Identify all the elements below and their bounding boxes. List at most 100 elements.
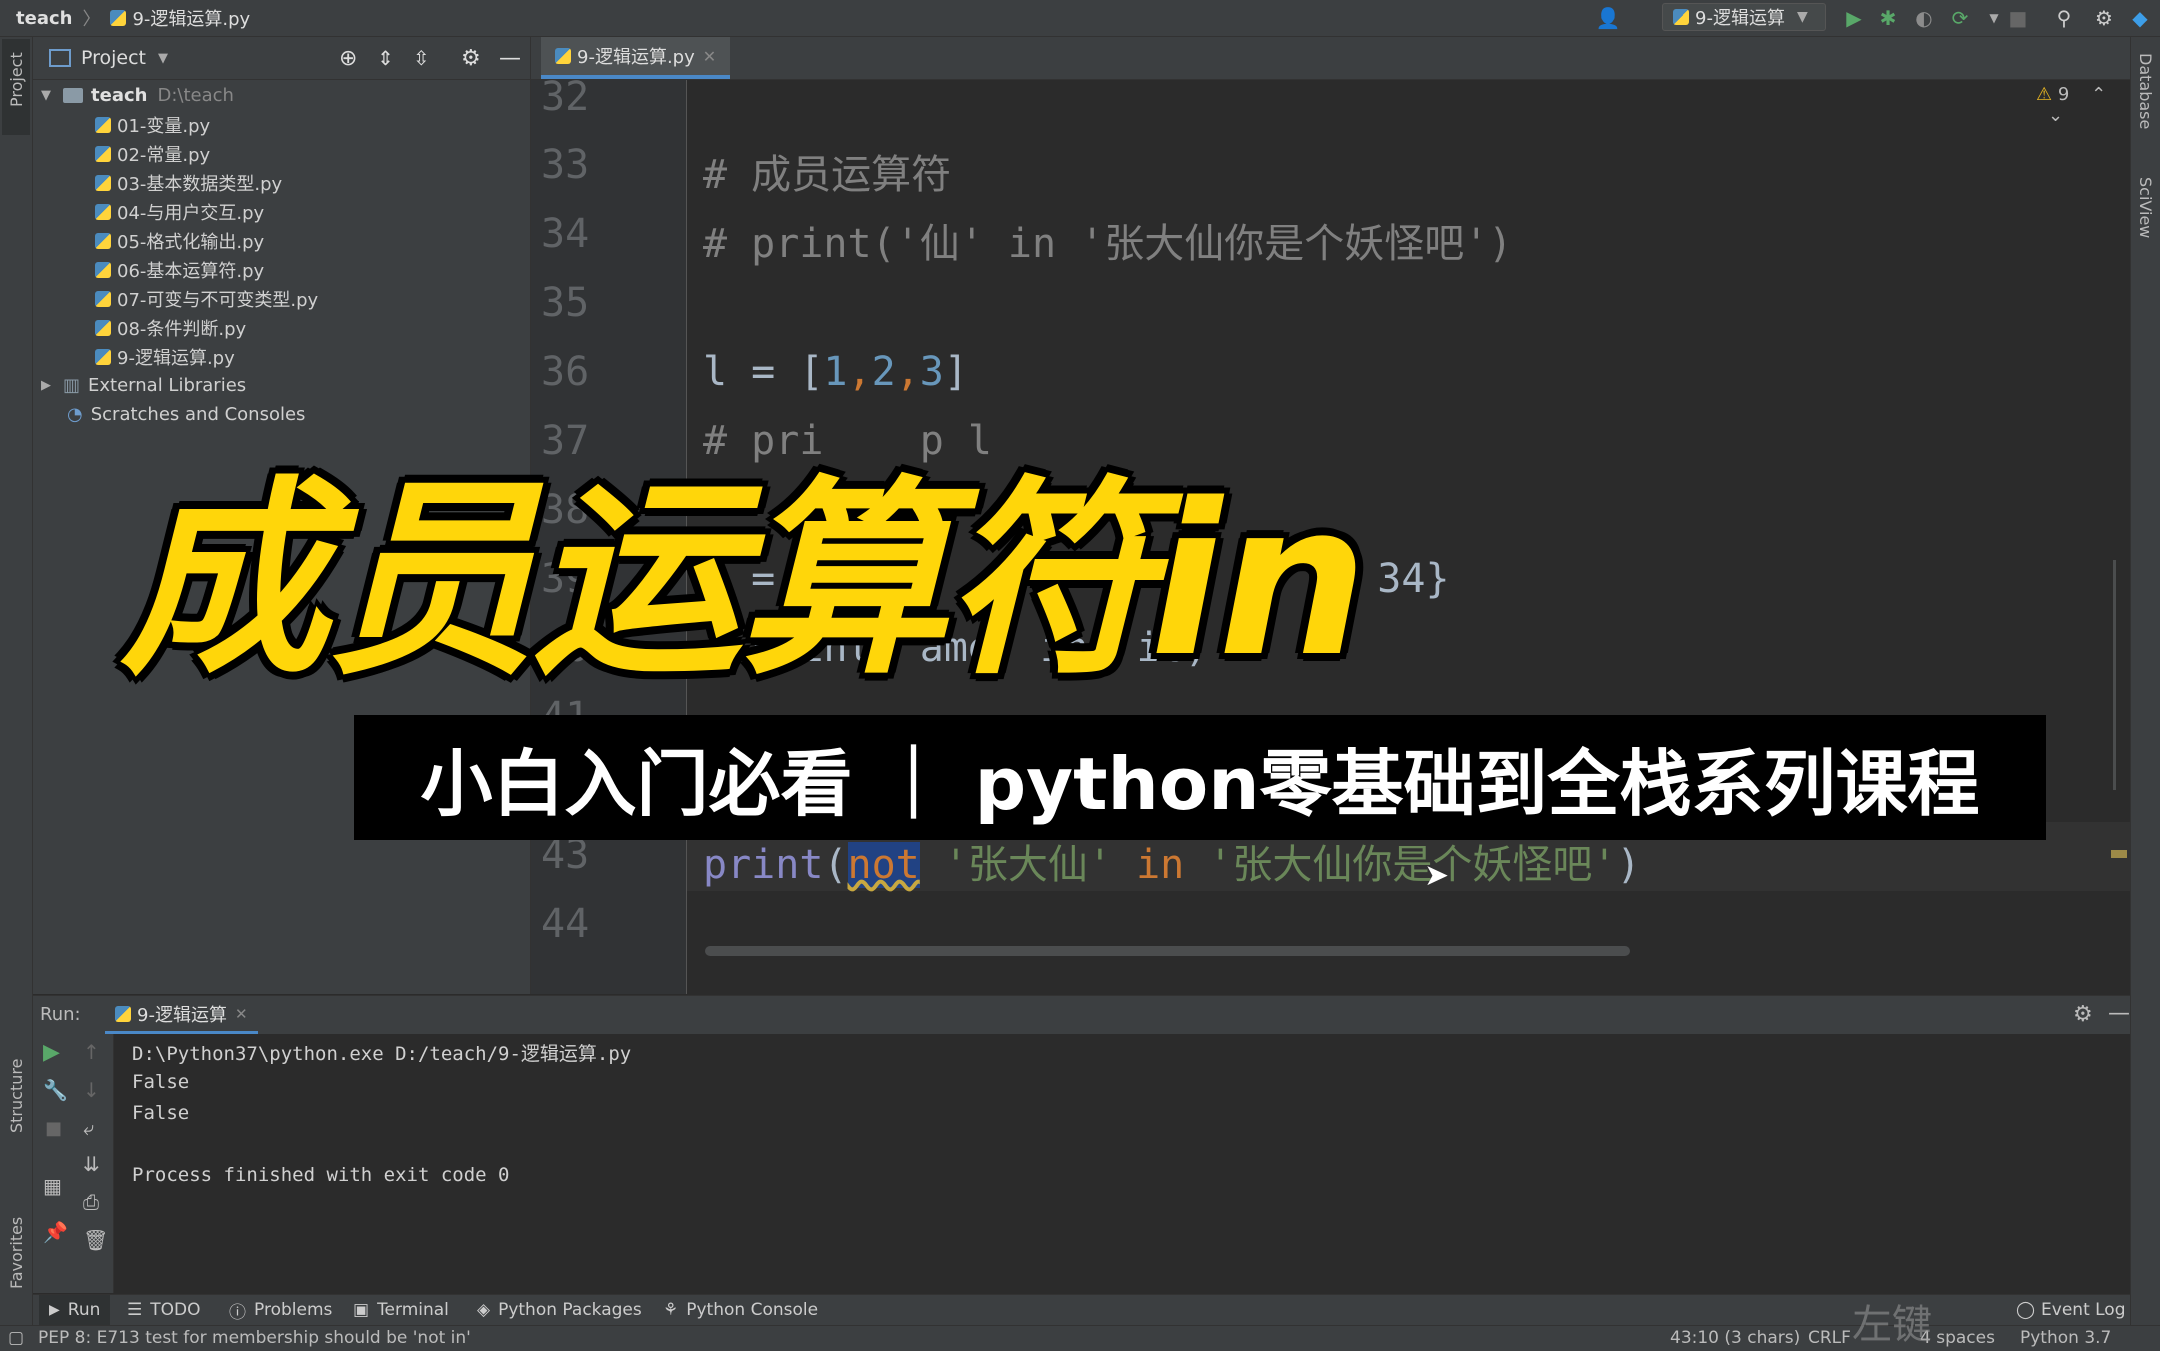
hide-panel-icon[interactable]: — <box>2108 1001 2130 1026</box>
coverage-icon[interactable]: ◐ <box>1912 6 1936 30</box>
trash-icon[interactable]: 🗑 <box>83 1228 108 1252</box>
ide-logo-icon[interactable]: ◆ <box>2128 6 2152 30</box>
wrench-icon[interactable]: 🔧 <box>43 1078 68 1102</box>
tool-tab-terminal[interactable]: ▣ Terminal <box>353 1295 449 1325</box>
expand-all-icon[interactable]: ⇕ <box>377 46 394 70</box>
file-name: 05-格式化输出.py <box>117 231 265 253</box>
editor-tab-active[interactable]: 9-逻辑运算.py ✕ <box>541 37 731 79</box>
run-toolbar: ▶ ↑ 🔧 ↓ ■ ⤶ ⇊ ▦ ⎙ 📌 🗑 <box>33 1034 114 1293</box>
tree-file-item[interactable]: 04-与用户交互.py <box>95 197 264 226</box>
tree-file-item[interactable]: 02-常量.py <box>95 139 210 168</box>
tool-tab-event-log[interactable]: ◯ Event Log <box>2016 1295 2126 1325</box>
chevron-down-icon[interactable]: ▼ <box>41 88 51 103</box>
inspection-widget[interactable]: ⚠ 9 ⌃ ⌄ <box>2036 84 2130 126</box>
status-bar: ▢ PEP 8: E713 test for membership should… <box>0 1325 2160 1351</box>
chevron-right-icon[interactable]: ▶ <box>41 378 51 393</box>
python-file-icon <box>95 290 111 307</box>
hide-panel-icon[interactable]: — <box>499 46 521 71</box>
favorites-tool-label[interactable]: Favorites <box>7 1217 26 1289</box>
code-line-43: print(not '张大仙' in '张大仙你是个妖怪吧') <box>703 832 1641 890</box>
python-file-icon <box>95 116 111 133</box>
profile-icon[interactable]: ⟳ <box>1948 6 1972 30</box>
more-run-options-icon[interactable]: ▼ <box>1982 6 2006 30</box>
breadcrumb-project[interactable]: teach <box>0 8 72 29</box>
project-panel-header: Project ▼ ⊕ ⇕ ⇳ ⚙ — <box>33 37 530 80</box>
file-name: 04-与用户交互.py <box>117 202 265 224</box>
run-console-output[interactable]: D:\Python37\python.exe D:/teach/9-逻辑运算.p… <box>114 1034 2130 1293</box>
tool-tab-todo[interactable]: ☰ TODO <box>127 1295 201 1325</box>
python-interpreter[interactable]: Python 3.7 <box>2020 1328 2111 1348</box>
tree-file-item[interactable]: 05-格式化输出.py <box>95 226 264 255</box>
tool-tab-python-packages[interactable]: ◈ Python Packages <box>477 1295 642 1325</box>
code-number: 2 <box>871 349 896 395</box>
stop-icon[interactable]: ■ <box>2006 6 2030 30</box>
soft-wrap-icon[interactable]: ⤶ <box>83 1116 94 1140</box>
collapse-all-icon[interactable]: ⇳ <box>413 46 430 70</box>
debug-icon[interactable]: ✱ <box>1876 6 1900 30</box>
python-file-icon <box>95 174 111 191</box>
run-tab-label: 9-逻辑运算 <box>137 1004 227 1026</box>
toggle-tool-windows-icon[interactable]: ▢ <box>8 1328 24 1348</box>
close-tab-icon[interactable]: ✕ <box>235 1005 248 1023</box>
project-tool-label[interactable]: Project <box>7 52 26 107</box>
tree-root-teach[interactable]: ▼ teach D:\teach <box>41 81 234 110</box>
code-line-34: # print('仙' in '张大仙你是个妖怪吧') <box>703 221 1513 267</box>
database-tool-label[interactable]: Database <box>2136 53 2155 129</box>
code-keyword: in <box>1136 842 1185 888</box>
run-configuration-select[interactable]: 9-逻辑运算 ▼ <box>1662 3 1826 31</box>
user-account-icon[interactable]: 👤 <box>1596 6 1621 30</box>
previous-highlight-icon[interactable]: ⌃ <box>2091 84 2106 105</box>
tool-tab-label: Terminal <box>377 1300 449 1320</box>
search-icon[interactable]: ⚲ <box>2052 6 2076 30</box>
code-string: '张大仙你是个妖怪吧' <box>1184 842 1617 888</box>
down-arrow-icon[interactable]: ↓ <box>83 1078 100 1102</box>
tree-file-item[interactable]: 08-条件判断.py <box>95 313 246 342</box>
caret-position[interactable]: 43:10 (3 chars) <box>1670 1328 1800 1348</box>
layout-icon[interactable]: ▦ <box>43 1174 62 1198</box>
tree-file-item[interactable]: 03-基本数据类型.py <box>95 168 282 197</box>
tree-file-item[interactable]: 9-逻辑运算.py <box>95 342 235 371</box>
tool-tab-problems[interactable]: ⓘ Problems <box>229 1295 332 1325</box>
project-view-select[interactable]: Project <box>81 47 146 69</box>
breadcrumb-file[interactable]: 9-逻辑运算.py <box>132 5 250 31</box>
tree-file-item[interactable]: 07-可变与不可变类型.py <box>95 284 318 313</box>
scratches-icon: ◔ <box>67 404 83 425</box>
tool-tab-label: Python Console <box>686 1300 819 1320</box>
line-number: 32 <box>541 80 590 120</box>
locate-file-icon[interactable]: ⊕ <box>339 46 357 71</box>
watermark-text: 左键 <box>1852 1302 1932 1348</box>
structure-tool-label[interactable]: Structure <box>7 1059 26 1133</box>
tool-tab-run[interactable]: ▶ Run <box>39 1295 111 1325</box>
sciview-tool-label[interactable]: SciView <box>2136 177 2155 238</box>
settings-gear-icon[interactable]: ⚙ <box>2092 6 2116 30</box>
scroll-to-end-icon[interactable]: ⇊ <box>83 1152 100 1176</box>
tree-external-libraries[interactable]: ▶ ▥ External Libraries <box>41 371 246 400</box>
python-file-icon <box>110 10 127 26</box>
up-arrow-icon[interactable]: ↑ <box>83 1040 100 1064</box>
run-tab[interactable]: 9-逻辑运算 ✕ <box>105 996 258 1034</box>
vertical-scrollbar[interactable] <box>2113 560 2128 790</box>
next-highlight-icon[interactable]: ⌄ <box>2048 105 2063 126</box>
rerun-icon[interactable]: ▶ <box>43 1040 60 1065</box>
run-icon[interactable]: ▶ <box>1842 6 1866 30</box>
code-token: l = [ <box>703 349 824 395</box>
status-message: PEP 8: E713 test for membership should b… <box>38 1328 471 1348</box>
stop-icon[interactable]: ■ <box>45 1118 62 1139</box>
chevron-down-icon[interactable]: ▼ <box>158 51 168 66</box>
warning-stripe-marker[interactable] <box>2111 850 2127 858</box>
code-token: ] <box>943 349 968 395</box>
console-line: False <box>132 1071 190 1093</box>
horizontal-scrollbar[interactable] <box>705 946 1630 956</box>
tool-tab-python-console[interactable]: ⚘ Python Console <box>663 1295 818 1325</box>
pin-icon[interactable]: 📌 <box>43 1220 68 1244</box>
tree-file-item[interactable]: 06-基本运算符.py <box>95 255 264 284</box>
code-line-36: l = [1,2,3] <box>703 349 968 395</box>
close-tab-icon[interactable]: ✕ <box>703 47 716 66</box>
print-icon[interactable]: ⎙ <box>83 1190 99 1214</box>
overlay-subtitle: 小白入门必看 ｜ python零基础到全栈系列课程 <box>420 742 1980 826</box>
run-settings-gear-icon[interactable]: ⚙ <box>2073 1002 2093 1027</box>
panel-settings-gear-icon[interactable]: ⚙ <box>461 46 481 71</box>
line-separator[interactable]: CRLF <box>1808 1328 1851 1348</box>
code-line-33: # 成员运算符 <box>703 152 952 198</box>
tree-file-item[interactable]: 01-变量.py <box>95 110 210 139</box>
